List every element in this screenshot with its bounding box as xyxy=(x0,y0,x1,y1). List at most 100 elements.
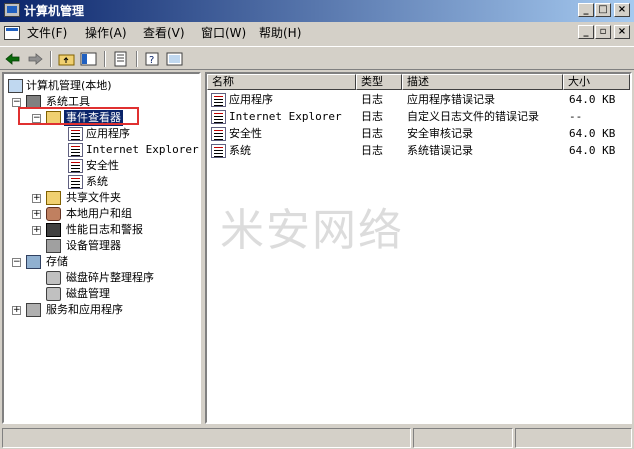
tree-label-log: Internet Explorer xyxy=(86,143,199,156)
menu-window[interactable]: 窗口(W) xyxy=(201,26,246,40)
tree-item-log-security[interactable]: 安全性 xyxy=(6,158,196,174)
list-row[interactable]: 安全性 日志 安全审核记录 64.0 KB xyxy=(207,126,630,142)
menu-help[interactable]: 帮助(H) xyxy=(259,26,301,40)
cell-name: 安全性 xyxy=(229,127,262,140)
toolbar-separator xyxy=(136,51,138,67)
cell-name: Internet Explorer xyxy=(229,110,342,123)
column-header-size[interactable]: 大小 xyxy=(563,74,630,90)
collapse-toggle[interactable]: − xyxy=(12,258,21,267)
tree-item-log-application[interactable]: 应用程序 xyxy=(6,126,196,142)
forward-arrow-icon[interactable] xyxy=(26,51,44,67)
cell-description: 自定义日志文件的错误记录 xyxy=(407,110,539,123)
tree-label-local-users: 本地用户和组 xyxy=(66,207,132,220)
cell-type: 日志 xyxy=(361,93,383,106)
services-icon xyxy=(26,303,41,317)
tree-label-device-manager: 设备管理器 xyxy=(66,239,121,252)
help-icon[interactable]: ? xyxy=(144,51,162,67)
console-tree-pane[interactable]: 计算机管理(本地) − 系统工具 − 事件查看器 应用程序 Internet E… xyxy=(2,72,201,424)
users-icon xyxy=(46,207,61,221)
close-button[interactable]: × xyxy=(614,3,630,17)
expand-toggle[interactable]: + xyxy=(32,210,41,219)
cell-type: 日志 xyxy=(361,127,383,140)
computer-management-window: 计算机管理 _ □ × 文件(F) 操作(A) 查看(V) 窗口(W) 帮助(H… xyxy=(0,0,634,449)
tree-item-disk-management[interactable]: 磁盘管理 xyxy=(6,286,196,302)
properties-icon[interactable] xyxy=(166,51,184,67)
event-log-icon xyxy=(211,110,226,124)
highlight-box xyxy=(18,107,139,125)
disk-management-icon xyxy=(46,287,61,301)
device-manager-icon xyxy=(46,239,61,253)
expand-toggle[interactable]: + xyxy=(32,226,41,235)
menu-action[interactable]: 操作(A) xyxy=(85,26,127,40)
tree-label-root: 计算机管理(本地) xyxy=(26,79,112,92)
column-header-name[interactable]: 名称 xyxy=(207,74,356,90)
expand-toggle[interactable]: + xyxy=(12,306,21,315)
defrag-icon xyxy=(46,271,61,285)
shared-folder-icon xyxy=(46,191,61,205)
maximize-button[interactable]: □ xyxy=(595,3,611,17)
list-row[interactable]: Internet Explorer 日志 自定义日志文件的错误记录 -- xyxy=(207,109,630,125)
collapse-toggle[interactable]: − xyxy=(12,98,21,107)
up-folder-icon[interactable] xyxy=(58,51,76,67)
cell-description: 安全审核记录 xyxy=(407,127,473,140)
event-log-icon xyxy=(211,127,226,141)
window-title: 计算机管理 xyxy=(24,4,85,18)
tree-item-log-ie[interactable]: Internet Explorer xyxy=(6,142,199,158)
column-header-type[interactable]: 类型 xyxy=(356,74,402,90)
menu-bar: 文件(F) 操作(A) 查看(V) 窗口(W) 帮助(H) xyxy=(0,22,634,44)
tree-item-storage[interactable]: − 存储 xyxy=(6,254,196,270)
minimize-button[interactable]: _ xyxy=(578,3,594,17)
tree-label-log: 系统 xyxy=(86,175,108,188)
status-bar-main xyxy=(2,428,411,448)
status-bar-panel xyxy=(413,428,513,448)
cell-description: 系统错误记录 xyxy=(407,144,473,157)
storage-icon xyxy=(26,255,41,269)
title-bar[interactable]: 计算机管理 _ □ × xyxy=(0,0,634,22)
tree-item-shared-folders[interactable]: + 共享文件夹 xyxy=(6,190,196,206)
event-log-icon xyxy=(68,159,83,173)
cell-size: -- xyxy=(569,110,583,123)
toolbar-separator xyxy=(104,51,106,67)
menu-view[interactable]: 查看(V) xyxy=(143,26,185,40)
child-restore-button[interactable]: ▫ xyxy=(595,25,611,39)
details-list-pane[interactable]: 名称 类型 描述 大小 应用程序 日志 应用程序错误记录 64.0 KB Int… xyxy=(205,72,632,424)
child-close-button[interactable]: × xyxy=(614,25,630,39)
cell-description: 应用程序错误记录 xyxy=(407,93,495,106)
tree-label-log: 安全性 xyxy=(86,159,119,172)
tree-label-storage: 存储 xyxy=(46,255,68,268)
event-log-icon xyxy=(211,144,226,158)
toolbar: ? xyxy=(0,46,634,70)
child-minimize-button[interactable]: _ xyxy=(578,25,594,39)
event-log-icon xyxy=(68,143,83,157)
expand-toggle[interactable]: + xyxy=(32,194,41,203)
show-hide-tree-icon[interactable] xyxy=(80,51,98,67)
computer-icon xyxy=(8,79,23,93)
cell-type: 日志 xyxy=(361,144,383,157)
tree-item-device-manager[interactable]: 设备管理器 xyxy=(6,238,196,254)
tree-item-defrag[interactable]: 磁盘碎片整理程序 xyxy=(6,270,196,286)
tree-label-log: 应用程序 xyxy=(86,127,130,140)
export-list-icon[interactable] xyxy=(112,51,130,67)
column-header-description[interactable]: 描述 xyxy=(402,74,563,90)
cell-name: 系统 xyxy=(229,144,251,157)
list-row[interactable]: 应用程序 日志 应用程序错误记录 64.0 KB xyxy=(207,92,630,108)
tree-label-services: 服务和应用程序 xyxy=(46,303,123,316)
tree-item-perf-logs[interactable]: + 性能日志和警报 xyxy=(6,222,196,238)
watermark-text: 米安网络 xyxy=(220,205,404,256)
tree-label-perf-logs: 性能日志和警报 xyxy=(66,223,143,236)
tree-item-local-users[interactable]: + 本地用户和组 xyxy=(6,206,196,222)
svg-text:?: ? xyxy=(149,55,154,66)
tree-label-defrag: 磁盘碎片整理程序 xyxy=(66,271,154,284)
cell-size: 64.0 KB xyxy=(569,127,616,140)
tree-item-log-system[interactable]: 系统 xyxy=(6,174,196,190)
performance-icon xyxy=(46,223,61,237)
event-log-icon xyxy=(211,93,226,107)
back-arrow-icon[interactable] xyxy=(4,51,22,67)
tree-item-services[interactable]: + 服务和应用程序 xyxy=(6,302,196,318)
list-row[interactable]: 系统 日志 系统错误记录 64.0 KB xyxy=(207,143,630,159)
computer-management-icon xyxy=(4,3,20,17)
tree-item-root[interactable]: 计算机管理(本地) xyxy=(6,78,196,94)
menu-file[interactable]: 文件(F) xyxy=(27,26,67,40)
document-icon[interactable] xyxy=(4,26,20,40)
cell-size: 64.0 KB xyxy=(569,144,616,157)
